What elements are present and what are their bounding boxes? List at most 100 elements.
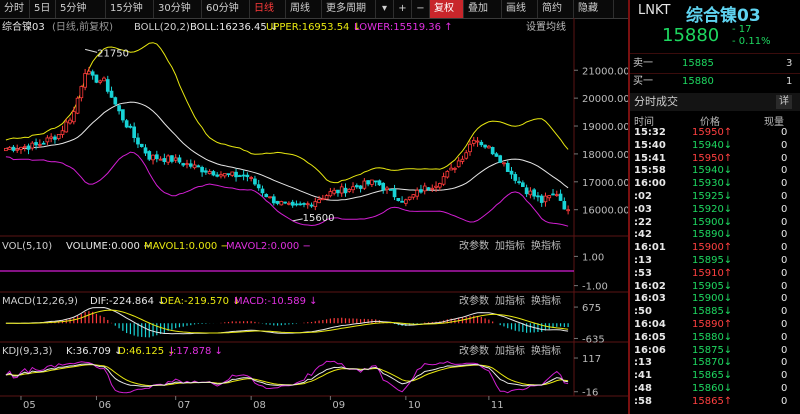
trade-price: 15930↓	[692, 178, 733, 190]
instrument-name: 综合镍03	[686, 6, 761, 26]
trades-detail-button[interactable]: 详	[776, 95, 792, 109]
candle-body	[509, 170, 514, 175]
low-annotation: 15600	[303, 213, 335, 224]
trade-price: 15925↓	[692, 191, 733, 202]
trade-row: 15:41 15950↑ 0	[630, 153, 800, 166]
trade-price: 15885↓	[692, 306, 733, 318]
candle-body	[113, 97, 118, 105]
boll-upper-line	[5, 42, 569, 184]
trade-price: 15900↓	[692, 216, 733, 228]
candle-body	[188, 163, 193, 167]
candle-body	[211, 171, 216, 176]
candle-body	[547, 195, 552, 199]
trade-volume: 0	[781, 344, 788, 356]
period-note: (日线,前复权)	[52, 22, 113, 33]
candle-body	[279, 201, 284, 206]
trade-price: 15875↓	[692, 344, 733, 356]
trade-time: :50	[634, 306, 652, 318]
y-tick-label: 20000.00	[582, 94, 628, 105]
vol-mavol1: MAVOL1:0.000 −	[144, 241, 229, 252]
trade-price: 15940↓	[692, 165, 733, 177]
macd-y-tick-label: -635	[582, 334, 605, 345]
ask-price: 15885	[682, 58, 714, 69]
trade-price: 15900↓	[692, 293, 733, 305]
trade-time: 16:00	[634, 178, 666, 190]
trades-column-header: 时间 价格 现量	[630, 113, 800, 128]
candle-body	[53, 136, 57, 140]
trade-time: 16:03	[634, 293, 666, 305]
boll-mid-line	[5, 101, 569, 201]
candle-body	[49, 136, 54, 139]
trade-volume: 0	[781, 203, 788, 215]
col-volume: 现量	[764, 117, 784, 128]
candle-body	[468, 143, 472, 153]
trade-row: 15:32 15950↑ 0	[630, 127, 800, 140]
candle-body	[109, 90, 114, 98]
macd-add-indicator-button[interactable]: 加指标	[495, 296, 525, 308]
macd-edit-params-button[interactable]: 改参数	[459, 296, 489, 308]
candle-body	[513, 174, 518, 181]
candle-body	[483, 144, 487, 148]
bid-volume: 1	[786, 76, 793, 87]
candle-body	[177, 157, 182, 163]
trade-price: 15865↓	[692, 370, 733, 382]
trades-section-header: 分时成交 详	[630, 93, 800, 111]
trade-time: :58	[634, 395, 652, 407]
vol-edit-params-button[interactable]: 改参数	[459, 241, 489, 253]
x-tick-label: 11	[491, 400, 504, 411]
macd-dea: DEA:-219.570 ↓	[160, 296, 241, 307]
candle-body	[415, 189, 420, 197]
candle-body	[290, 201, 295, 206]
candle-body	[551, 193, 555, 196]
macd-dif-line	[5, 306, 569, 335]
macd-label: MACD(12,26,9)	[2, 296, 78, 307]
candle-body	[128, 125, 133, 128]
candle-body	[170, 155, 174, 162]
trade-volume: 0	[781, 127, 788, 138]
vol-switch-indicator-button[interactable]: 换指标	[531, 241, 561, 253]
vol-add-indicator-button[interactable]: 加指标	[495, 241, 525, 253]
macd-switch-indicator-button[interactable]: 换指标	[531, 296, 561, 308]
trade-price: 15870↓	[692, 357, 733, 369]
trade-price: 15880↓	[692, 331, 733, 343]
trade-time: :13	[634, 357, 652, 369]
candle-body	[71, 111, 76, 123]
candle-body	[185, 163, 189, 166]
candle-body	[305, 203, 310, 206]
trade-row: :13 15895↓ 0	[630, 255, 800, 268]
candle-body	[19, 146, 23, 150]
trade-volume: 0	[781, 191, 788, 202]
candle-body	[419, 189, 423, 193]
candle-body	[392, 188, 397, 198]
x-tick-label: 08	[253, 400, 266, 411]
kdj-add-indicator-button[interactable]: 加指标	[495, 346, 525, 358]
trade-row: 16:00 15930↓ 0	[630, 178, 800, 191]
ask-row[interactable]: 卖一 15885 3	[630, 55, 800, 73]
candle-body	[456, 160, 461, 168]
candle-body	[385, 187, 389, 191]
bid-row[interactable]: 买一 15880 1	[630, 73, 800, 91]
candle-body	[30, 142, 35, 149]
candle-body	[505, 162, 510, 172]
kdj-d-line	[5, 364, 569, 387]
x-tick-label: 10	[408, 400, 421, 411]
candle-body	[302, 203, 306, 205]
kdj-switch-indicator-button[interactable]: 换指标	[531, 346, 561, 358]
trade-row: 16:01 15900↑ 0	[630, 242, 800, 255]
ask-volume: 3	[786, 58, 793, 69]
candle-body	[324, 195, 329, 200]
settings-ma-button[interactable]: 设置均线	[526, 22, 566, 34]
candle-body	[245, 174, 250, 178]
candle-body	[260, 188, 265, 194]
candle-body	[124, 120, 129, 128]
trade-time: :42	[634, 229, 652, 241]
candle-body	[143, 147, 148, 154]
candle-body	[147, 151, 152, 160]
trade-volume: 0	[781, 255, 788, 266]
candle-body	[321, 198, 325, 201]
trade-time: :13	[634, 255, 652, 266]
trade-row: 16:06 15875↓ 0	[630, 345, 800, 358]
kdj-edit-params-button[interactable]: 改参数	[459, 346, 489, 358]
candle-body	[105, 79, 110, 92]
candle-body	[460, 158, 465, 162]
